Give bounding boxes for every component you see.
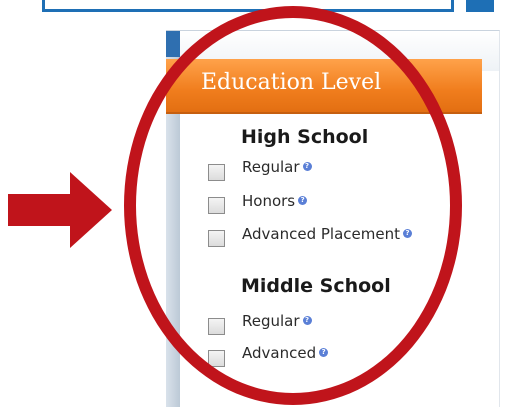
panel-left-strip-accent — [166, 31, 180, 57]
top-header-bar — [42, 0, 454, 12]
arrow-right-icon — [8, 172, 112, 248]
annotation-circle — [124, 6, 462, 405]
top-header-square — [466, 0, 494, 12]
